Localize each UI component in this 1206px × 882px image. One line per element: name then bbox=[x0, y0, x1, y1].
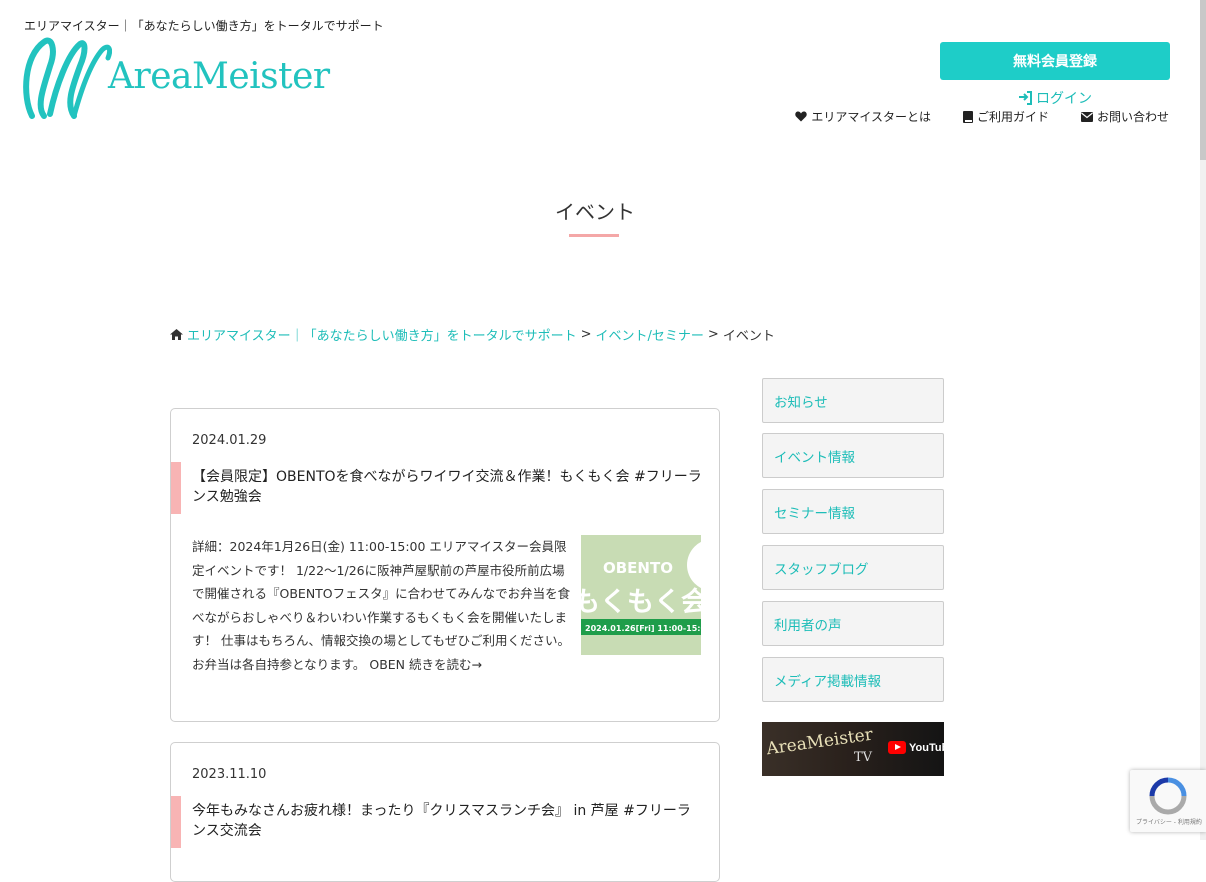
thumb-top-text: OBENTO bbox=[603, 559, 673, 577]
banner-tv: TV bbox=[854, 750, 873, 765]
post-card: 2024.01.29 【会員限定】OBENTOを食べながらワイワイ交流＆作業！も… bbox=[170, 408, 720, 722]
nav-label-guide: ご利用ガイド bbox=[976, 110, 1049, 124]
post-excerpt: 詳細：2024年1月26日(金) 11:00-15:00 エリアマイスター会員限… bbox=[192, 535, 572, 676]
youtube-play-icon bbox=[888, 741, 906, 754]
top-nav: エリアマイスターとは ご利用ガイド お問い合わせ bbox=[795, 108, 1169, 125]
breadcrumb-current: イベント bbox=[722, 329, 775, 344]
breadcrumb-separator: > bbox=[707, 327, 719, 342]
post-date: 2023.11.10 bbox=[192, 767, 267, 782]
post-title-accent bbox=[171, 462, 181, 514]
post-title-link[interactable]: 【会員限定】OBENTOを食べながらワイワイ交流＆作業！もくもく会 #フリーラン… bbox=[192, 467, 702, 507]
recaptcha-terms[interactable]: プライバシー - 利用規約 bbox=[1136, 817, 1202, 826]
youtube-banner[interactable]: AreaMeister TV YouTube bbox=[762, 722, 944, 776]
thumbnail-image: OBENTO もくもく会 2024.01.26[Fri] 11:00-15:00 bbox=[581, 535, 701, 655]
sidebar-item-staff-blog[interactable]: スタッフブログ bbox=[762, 545, 944, 590]
post-title-accent bbox=[171, 796, 181, 848]
nav-label-contact: お問い合わせ bbox=[1096, 110, 1169, 124]
title-underline bbox=[569, 234, 619, 237]
sidebar-item-testimonials[interactable]: 利用者の声 bbox=[762, 601, 944, 646]
sidebar-item-seminars[interactable]: セミナー情報 bbox=[762, 489, 944, 534]
envelope-icon bbox=[1080, 111, 1093, 122]
register-button[interactable]: 無料会員登録 bbox=[940, 42, 1170, 80]
book-icon bbox=[962, 110, 973, 123]
sidebar-item-media[interactable]: メディア掲載情報 bbox=[762, 657, 944, 702]
post-title-link[interactable]: 今年もみなさんお疲れ様！まったり『クリスマスランチ会』 in 芦屋 #フリーラン… bbox=[192, 801, 702, 841]
heart-icon bbox=[795, 111, 808, 122]
thumb-date-text: 2024.01.26[Fri] 11:00-15:00 bbox=[585, 624, 701, 633]
home-icon bbox=[170, 329, 183, 340]
recaptcha-badge[interactable]: プライバシー - 利用規約 bbox=[1130, 770, 1206, 832]
breadcrumb-separator: > bbox=[580, 327, 592, 342]
login-link[interactable]: ログイン bbox=[1018, 88, 1092, 108]
sidebar-item-events[interactable]: イベント情報 bbox=[762, 433, 944, 478]
breadcrumb: エリアマイスター｜「あなたらしい働き方」をトータルでサポート > イベント/セミ… bbox=[170, 325, 775, 344]
post-excerpt-text: 詳細：2024年1月26日(金) 11:00-15:00 エリアマイスター会員限… bbox=[192, 539, 571, 672]
page-scrollbar[interactable] bbox=[1200, 0, 1206, 840]
post-card: 2023.11.10 今年もみなさんお疲れ様！まったり『クリスマスランチ会』 i… bbox=[170, 742, 720, 882]
login-label: ログイン bbox=[1036, 91, 1092, 107]
logo-text: AreaMeister bbox=[108, 56, 330, 97]
scrollbar-thumb[interactable] bbox=[1200, 0, 1206, 160]
sidebar-item-news[interactable]: お知らせ bbox=[762, 378, 944, 423]
page-title: イベント bbox=[555, 200, 635, 224]
nav-item-about[interactable]: エリアマイスターとは bbox=[795, 108, 931, 125]
recaptcha-icon bbox=[1149, 777, 1187, 815]
thumb-main-text: もくもく会 bbox=[581, 587, 701, 618]
site-tagline: エリアマイスター｜「あなたらしい働き方」をトータルでサポート bbox=[24, 19, 384, 33]
read-more-link[interactable]: 続きを読む→ bbox=[409, 657, 482, 672]
sign-in-icon bbox=[1019, 91, 1032, 105]
post-thumbnail[interactable]: OBENTO もくもく会 2024.01.26[Fri] 11:00-15:00 bbox=[581, 535, 701, 655]
breadcrumb-parent-link[interactable]: イベント/セミナー bbox=[596, 325, 704, 344]
site-logo[interactable]: AreaMeister bbox=[22, 36, 330, 120]
youtube-logo: YouTube bbox=[888, 741, 944, 754]
youtube-wordmark: YouTube bbox=[909, 741, 944, 754]
nav-item-contact[interactable]: お問い合わせ bbox=[1080, 108, 1169, 125]
logo-m-icon bbox=[23, 37, 112, 119]
post-date: 2024.01.29 bbox=[192, 433, 267, 448]
breadcrumb-home-link[interactable]: エリアマイスター｜「あなたらしい働き方」をトータルでサポート bbox=[187, 325, 577, 344]
nav-label-about: エリアマイスターとは bbox=[811, 110, 931, 124]
nav-item-guide[interactable]: ご利用ガイド bbox=[962, 108, 1049, 125]
